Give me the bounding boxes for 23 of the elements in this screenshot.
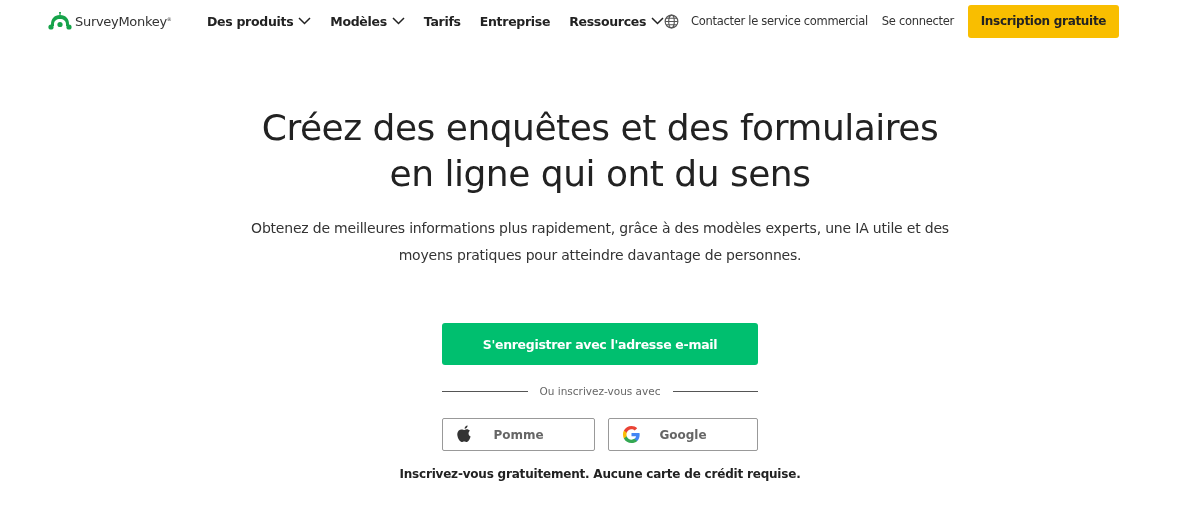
apple-icon [456, 425, 473, 445]
subtitle: Obtenez de meilleures informations plus rapidement, grâce à des modèles experts, une IA utile et des moyens pratiques pour atteindre davantage de personnes. [250, 219, 950, 265]
chevron-down-icon [391, 17, 405, 25]
nav-link[interactable]: Ressources [569, 13, 665, 29]
globe-icon[interactable] [664, 13, 680, 29]
headline: Créez des enquêtes et des formulaires [261, 106, 939, 150]
chevron-down-icon [651, 17, 665, 25]
contact-sales-link[interactable]: Contacter le service commercial [691, 14, 868, 28]
chevron-down-icon [298, 17, 312, 25]
login-link[interactable]: Se connecter [881, 14, 954, 28]
google-icon [622, 425, 641, 444]
nav-link[interactable]: Entreprise [479, 13, 551, 29]
monkey-logo-icon[interactable] [48, 12, 72, 30]
logo-text[interactable]: SurveyMonkey$^{®}$ [75, 13, 172, 29]
nav-link[interactable]: Tarifs [423, 13, 461, 29]
nav-link[interactable]: Des produits [207, 13, 312, 29]
nav-link[interactable]: Modèles [330, 13, 405, 29]
no-credit-card-note: Inscrivez-vous gratuitement. Aucune carte de crédit requise. [399, 467, 801, 481]
headline: en ligne qui ont du sens [389, 152, 811, 196]
social-signup-button[interactable]: Google [608, 418, 758, 451]
social-signup-button[interactable]: Pomme [442, 418, 595, 451]
signup-button[interactable]: Inscription gratuite [967, 4, 1119, 38]
divider-text: Ou inscrivez-vous avec [539, 385, 661, 397]
